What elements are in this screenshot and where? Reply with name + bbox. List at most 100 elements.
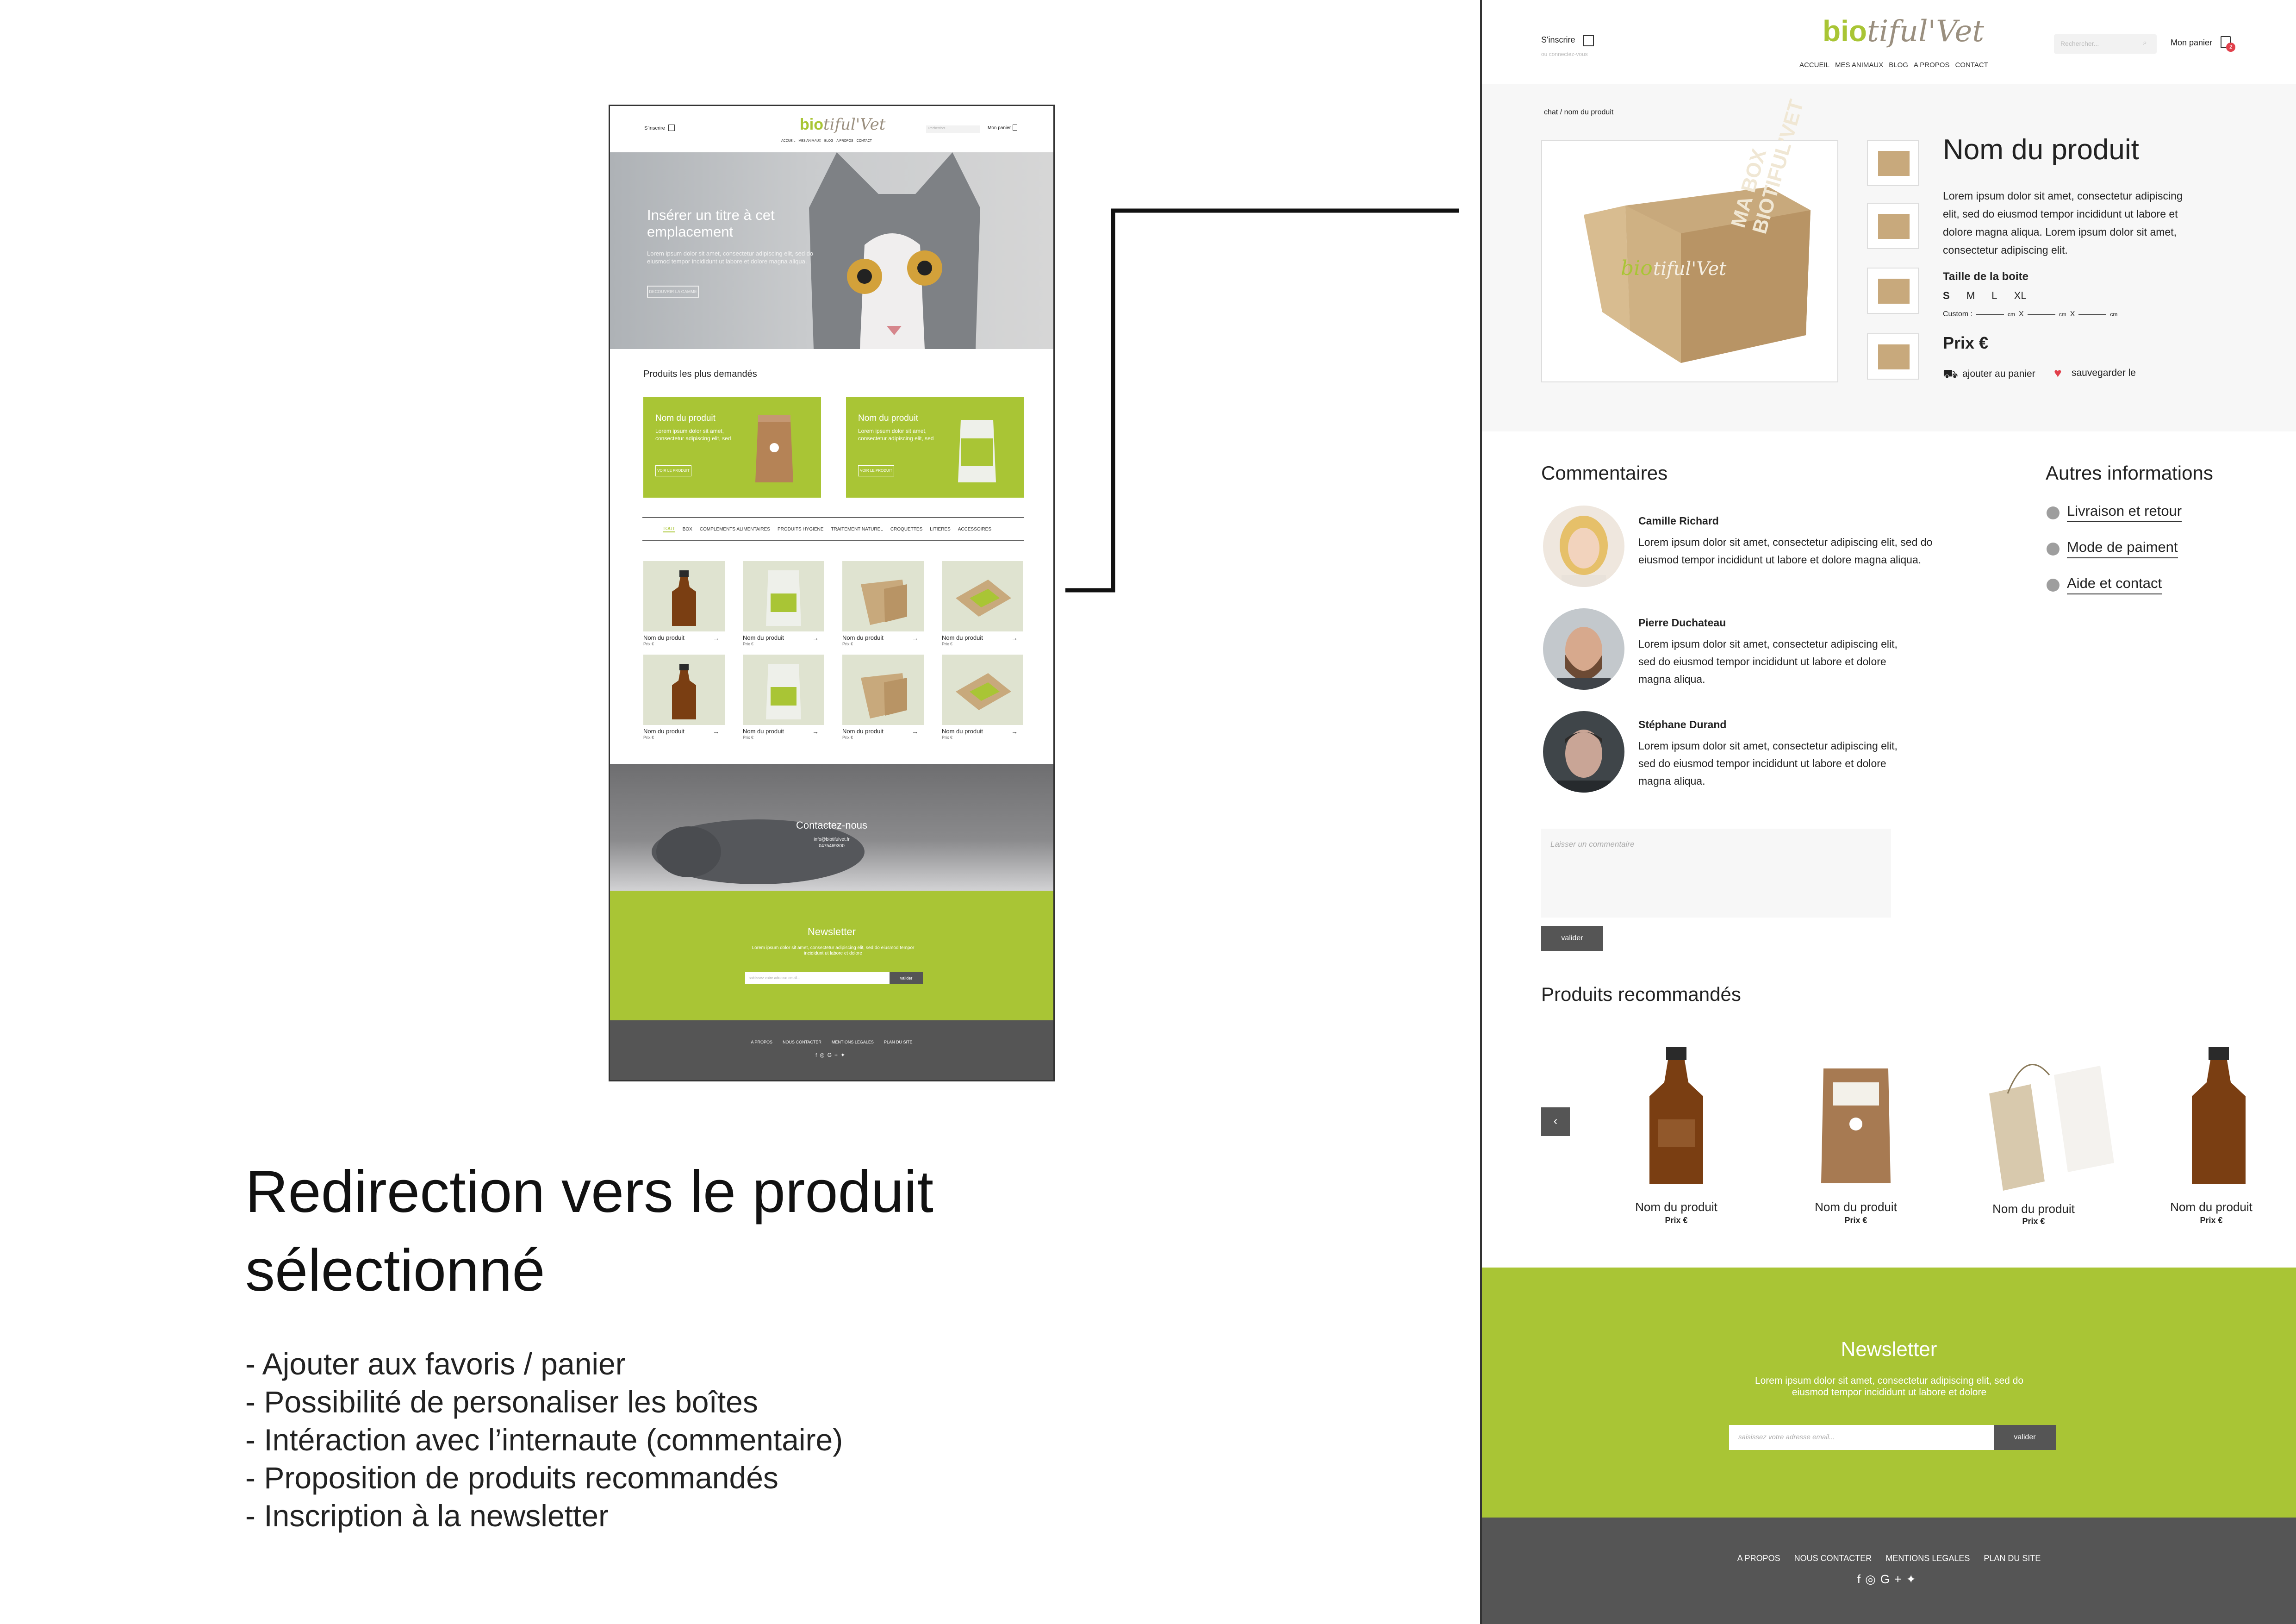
recommended-product-name[interactable]: Nom du produit — [2160, 1200, 2262, 1214]
product-name[interactable]: Nom du produit — [842, 634, 884, 641]
newsletter-section: Newsletter Lorem ipsum dolor sit amet, c… — [1482, 1268, 2296, 1518]
product-name[interactable]: Nom du produit — [643, 634, 684, 641]
google-plus-icon[interactable]: G+ — [1880, 1572, 1906, 1586]
login-link[interactable]: ou connectez-vous — [1541, 51, 1588, 57]
custom-size-row: Custom : cm X cm X cm — [1943, 310, 2117, 319]
newsletter-submit-button[interactable]: valider — [1994, 1425, 2056, 1450]
size-option-s[interactable]: S — [1943, 290, 1950, 302]
product-thumbnail[interactable] — [643, 655, 725, 725]
footer-links: A PROPOS NOUS CONTACTER MENTIONS LEGALES… — [610, 1040, 1053, 1044]
add-to-cart-button[interactable]: ajouter au panier — [1962, 369, 2035, 380]
recommended-product-price: Prix € — [1844, 1216, 1867, 1225]
newsletter-email-input[interactable]: saisissez votre adresse email... — [1729, 1425, 1994, 1450]
footer-link[interactable]: PLAN DU SITE — [1984, 1554, 2041, 1563]
newsletter-submit-button[interactable]: valider — [890, 972, 923, 984]
save-favorite-button[interactable]: sauvegarder le — [2072, 368, 2136, 379]
social-icons: f◎G+✦ — [610, 1052, 1053, 1058]
search-input[interactable]: Rechercher... — [2054, 34, 2157, 54]
twitter-icon[interactable]: ✦ — [840, 1052, 848, 1058]
arrow-right-icon[interactable]: → — [713, 728, 719, 735]
footer-link[interactable]: MENTIONS LEGALES — [832, 1040, 874, 1044]
search-icon[interactable]: ⌕ — [2143, 39, 2147, 47]
product-name[interactable]: Nom du produit — [643, 728, 684, 735]
custom-height-input[interactable] — [2078, 314, 2107, 315]
arrow-right-icon[interactable]: → — [1011, 728, 1018, 735]
nav-blog[interactable]: BLOG — [1889, 61, 1908, 69]
product-thumbnail[interactable] — [1867, 203, 1919, 249]
product-name[interactable]: Nom du produit — [743, 634, 784, 641]
contact-title: Contactez-nous — [796, 819, 868, 831]
heart-icon[interactable]: ♥ — [2054, 366, 2062, 381]
product-image — [672, 664, 696, 719]
footer-link[interactable]: A PROPOS — [1737, 1554, 1780, 1563]
google-plus-icon[interactable]: G+ — [828, 1052, 840, 1058]
size-option-m[interactable]: M — [1966, 290, 1975, 302]
product-thumbnail[interactable] — [643, 561, 725, 631]
signin-icon[interactable] — [1583, 35, 1594, 46]
footer-link[interactable]: NOUS CONTACTER — [783, 1040, 821, 1044]
comment-textarea[interactable]: Laisser un commentaire — [1541, 829, 1891, 918]
custom-depth-input[interactable] — [2027, 314, 2055, 315]
facebook-icon[interactable]: f — [1857, 1572, 1865, 1586]
size-option-l[interactable]: L — [1991, 290, 1997, 302]
product-thumbnail[interactable] — [1867, 140, 1919, 186]
footer-link[interactable]: MENTIONS LEGALES — [1885, 1554, 1970, 1563]
comment-submit-button[interactable]: valider — [1541, 926, 1603, 951]
info-link-help[interactable]: Aide et contact — [2067, 575, 2162, 594]
product-name[interactable]: Nom du produit — [942, 728, 983, 735]
product-name[interactable]: Nom du produit — [942, 634, 983, 641]
product-thumbnail[interactable] — [842, 655, 924, 725]
bottle-image — [2192, 1047, 2246, 1184]
product-thumbnail[interactable] — [743, 655, 824, 725]
recommended-product-name[interactable]: Nom du produit — [1805, 1200, 1907, 1214]
product-section: chat / nom du produit bio tiful'Vet MA B… — [1482, 84, 2296, 431]
arrow-right-icon[interactable]: → — [1011, 634, 1018, 642]
custom-width-input[interactable] — [1976, 314, 2004, 315]
product-thumbnail[interactable] — [1867, 268, 1919, 314]
arrow-right-icon[interactable]: → — [912, 728, 918, 735]
recommended-product-name[interactable]: Nom du produit — [1625, 1200, 1727, 1214]
product-thumbnail[interactable] — [743, 561, 824, 631]
cart-add-icon[interactable]: ⛟ — [1943, 367, 1958, 383]
signup-link[interactable]: S'inscrire — [1541, 35, 1575, 45]
twitter-icon[interactable]: ✦ — [1906, 1572, 1921, 1586]
arrow-right-icon[interactable]: → — [812, 728, 819, 735]
cart-link[interactable]: Mon panier — [2171, 38, 2212, 48]
size-option-xl[interactable]: XL — [2014, 290, 2027, 302]
product-main-image[interactable]: bio tiful'Vet MA BOX BIOTIFUL'VET — [1541, 97, 1838, 382]
product-image — [766, 570, 801, 626]
facebook-icon[interactable]: f — [815, 1052, 820, 1058]
chevron-left-icon[interactable]: ‹ — [1541, 1107, 1570, 1136]
arrow-right-icon[interactable]: → — [912, 634, 918, 642]
tags-image — [1989, 1064, 2114, 1191]
nav-mes-animaux[interactable]: MES ANIMAUX — [1835, 61, 1883, 69]
logo[interactable]: biotiful'Vet — [1823, 14, 1984, 49]
arrow-right-icon[interactable]: → — [812, 634, 819, 642]
comments-title: Commentaires — [1541, 462, 1668, 484]
product-name[interactable]: Nom du produit — [743, 728, 784, 735]
newsletter-email-input[interactable]: saisissez votre adresse email... — [745, 972, 890, 984]
recommended-product-name[interactable]: Nom du produit — [1983, 1202, 2084, 1216]
product-thumbnail[interactable] — [1867, 333, 1919, 380]
info-link-payment[interactable]: Mode de paiment — [2067, 539, 2178, 558]
nav-a-propos[interactable]: A PROPOS — [1914, 61, 1950, 69]
product-thumbnail[interactable] — [942, 655, 1023, 725]
nav-contact[interactable]: CONTACT — [1955, 61, 1988, 69]
contact-phone[interactable]: 0475469300 — [610, 843, 1053, 849]
product-thumbnail[interactable] — [842, 561, 924, 631]
footer-link[interactable]: NOUS CONTACTER — [1794, 1554, 1872, 1563]
custom-label: Custom : — [1943, 310, 1973, 318]
product-thumbnail[interactable] — [942, 561, 1023, 631]
product-name[interactable]: Nom du produit — [842, 728, 884, 735]
arrow-right-icon[interactable]: → — [713, 634, 719, 642]
contact-email[interactable]: info@biotifulvet.fr — [610, 837, 1053, 842]
instagram-icon[interactable]: ◎ — [1865, 1572, 1880, 1586]
footer-link[interactable]: PLAN DU SITE — [884, 1040, 913, 1044]
dimension-separator: X — [2070, 310, 2075, 318]
footer-link[interactable]: A PROPOS — [751, 1040, 773, 1044]
size-options: S M L XL — [1943, 290, 2041, 302]
nav-accueil[interactable]: ACCUEIL — [1799, 61, 1829, 69]
info-link-delivery[interactable]: Livraison et retour — [2067, 503, 2182, 522]
instagram-icon[interactable]: ◎ — [820, 1052, 827, 1058]
breadcrumb[interactable]: chat / nom du produit — [1544, 108, 1613, 117]
